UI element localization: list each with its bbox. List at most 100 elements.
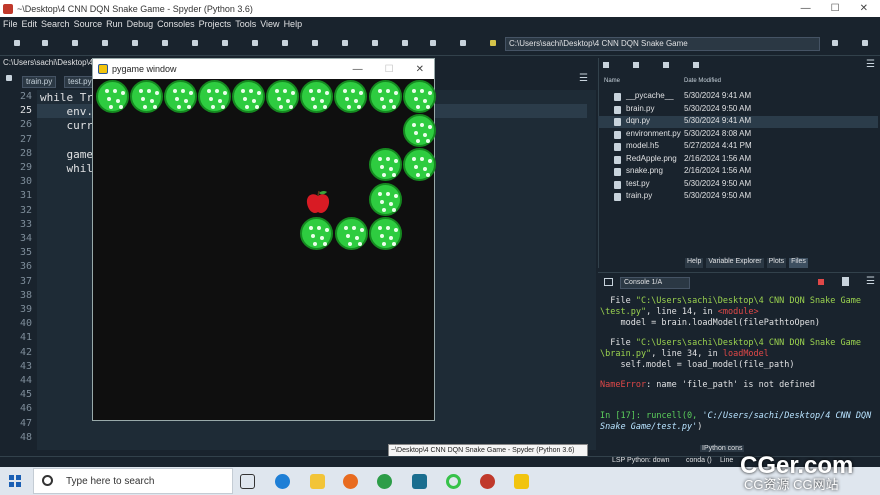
run-selection-icon[interactable] — [222, 40, 228, 46]
working-directory-input[interactable]: C:\Users\sachi\Desktop\4 CNN DQN Snake G… — [505, 37, 820, 51]
console-browse-icon[interactable] — [604, 278, 613, 286]
files-options-icon[interactable]: ☰ — [866, 59, 875, 70]
line-number: 38 — [19, 289, 32, 301]
tab-plots[interactable]: Plots — [766, 258, 787, 268]
stop-kernel-icon[interactable] — [818, 279, 824, 285]
parent-directory-icon[interactable] — [862, 40, 868, 46]
save-icon[interactable] — [72, 40, 78, 46]
file-row[interactable]: __pycache__ 5/30/2024 9:41 AM — [598, 91, 878, 103]
close-button[interactable]: ✕ — [860, 3, 868, 14]
stop-debug-icon[interactable] — [402, 40, 408, 46]
file-icon — [614, 118, 621, 126]
line-number: 25 — [19, 105, 32, 117]
snake-segment — [369, 183, 402, 216]
console-tab[interactable]: Console 1/A — [620, 277, 690, 289]
python-icon — [98, 64, 108, 74]
step-into-icon[interactable] — [312, 40, 318, 46]
tab-train-py[interactable]: train.py — [22, 76, 57, 88]
continue-icon[interactable] — [372, 40, 378, 46]
anaconda-prompt-icon[interactable] — [412, 474, 427, 489]
files-forward-icon[interactable] — [663, 62, 669, 68]
line-number: 33 — [19, 218, 32, 230]
save-all-icon[interactable] — [102, 40, 108, 46]
menu-source[interactable]: Source — [74, 19, 103, 29]
lsp-status[interactable]: LSP Python: down — [612, 457, 669, 464]
file-explorer-icon[interactable] — [310, 474, 325, 489]
pygame-maximize-button[interactable]: ☐ — [385, 64, 394, 75]
file-row[interactable]: environment.py 5/30/2024 8:08 AM — [598, 129, 878, 141]
anaconda-icon[interactable] — [446, 474, 461, 489]
console-line: self.model = load_model(file_path) — [600, 360, 795, 370]
menu-file[interactable]: File — [3, 19, 18, 29]
menu-help[interactable]: Help — [284, 19, 303, 29]
file-row[interactable]: test.py 5/30/2024 9:50 AM — [598, 179, 878, 191]
cursor-position: Line — [720, 457, 734, 464]
browse-tabs-icon[interactable] — [6, 75, 12, 81]
run-cell-advance-icon[interactable] — [192, 40, 198, 46]
menu-consoles[interactable]: Consoles — [157, 19, 195, 29]
taskbar-search-input[interactable]: Type here to search — [33, 468, 233, 494]
snake-segment — [335, 217, 368, 250]
files-up-icon[interactable] — [693, 62, 699, 68]
tab-files[interactable]: Files — [789, 258, 808, 268]
file-row[interactable]: model.h5 5/27/2024 4:41 PM — [598, 141, 878, 153]
menu-edit[interactable]: Edit — [22, 19, 38, 29]
step-icon[interactable] — [282, 40, 288, 46]
header-name[interactable]: Name — [604, 78, 620, 84]
snake-segment — [266, 80, 299, 113]
browse-folder-icon[interactable] — [832, 40, 838, 46]
menu-tools[interactable]: Tools — [235, 19, 256, 29]
console-options-icon[interactable]: ☰ — [866, 276, 875, 287]
file-row[interactable]: RedApple.png 2/16/2024 1:56 AM — [598, 154, 878, 166]
files-back-icon[interactable] — [633, 62, 639, 68]
snake-segment — [164, 80, 197, 113]
file-row[interactable]: dqn.py 5/30/2024 9:41 AM — [598, 116, 878, 128]
tab-test-py[interactable]: test.py — [64, 76, 96, 88]
apple-icon — [306, 190, 330, 213]
task-view-icon[interactable] — [240, 474, 255, 489]
console-copy-icon[interactable] — [842, 277, 849, 286]
file-name: snake.png — [626, 166, 663, 175]
python-path-icon[interactable] — [490, 40, 496, 46]
pygame-close-button[interactable]: ✕ — [416, 64, 424, 75]
file-name: __pycache__ — [626, 91, 674, 100]
file-row[interactable]: brain.py 5/30/2024 9:50 AM — [598, 104, 878, 116]
open-file-icon[interactable] — [42, 40, 48, 46]
firefox-icon[interactable] — [343, 474, 358, 489]
run-cell-icon[interactable] — [162, 40, 168, 46]
menu-debug[interactable]: Debug — [127, 19, 154, 29]
snake-segment — [369, 80, 402, 113]
new-file-icon[interactable] — [14, 40, 20, 46]
snake-segment — [198, 80, 231, 113]
run-icon[interactable] — [132, 40, 138, 46]
debug-icon[interactable] — [252, 40, 258, 46]
snake-segment — [96, 80, 129, 113]
file-row[interactable]: train.py 5/30/2024 9:50 AM — [598, 191, 878, 203]
preferences-icon[interactable] — [460, 40, 466, 46]
menu-run[interactable]: Run — [106, 19, 123, 29]
python-taskbar-icon[interactable] — [514, 474, 529, 489]
window-title: ~\Desktop\4 CNN DQN Snake Game - Spyder … — [17, 3, 253, 14]
tab-variable-explorer[interactable]: Variable Explorer — [706, 258, 764, 268]
file-row[interactable]: snake.png 2/16/2024 1:56 AM — [598, 166, 878, 178]
spyder-taskbar-icon[interactable] — [480, 474, 495, 489]
edge-icon[interactable] — [275, 474, 290, 489]
conda-status[interactable]: conda () — [686, 457, 712, 464]
minimize-button[interactable]: — — [801, 3, 811, 14]
maximize-pane-icon[interactable] — [430, 40, 436, 46]
menu-view[interactable]: View — [260, 19, 279, 29]
editor-options-icon[interactable]: ☰ — [579, 73, 588, 84]
step-return-icon[interactable] — [342, 40, 348, 46]
menu-projects[interactable]: Projects — [199, 19, 232, 29]
tab-ipython-console[interactable]: IPython cons — [700, 445, 745, 452]
pygame-minimize-button[interactable]: — — [353, 64, 363, 75]
maximize-button[interactable]: ☐ — [831, 3, 840, 14]
menu-search[interactable]: Search — [41, 19, 70, 29]
code-line: curr — [40, 119, 93, 133]
header-date[interactable]: Date Modified — [684, 78, 721, 84]
tab-help[interactable]: Help — [685, 258, 704, 268]
start-button[interactable] — [9, 475, 21, 487]
chrome-icon[interactable] — [377, 474, 392, 489]
console-error-line: NameError: name 'file_path' is not defin… — [600, 380, 815, 390]
files-home-icon[interactable] — [603, 62, 609, 68]
